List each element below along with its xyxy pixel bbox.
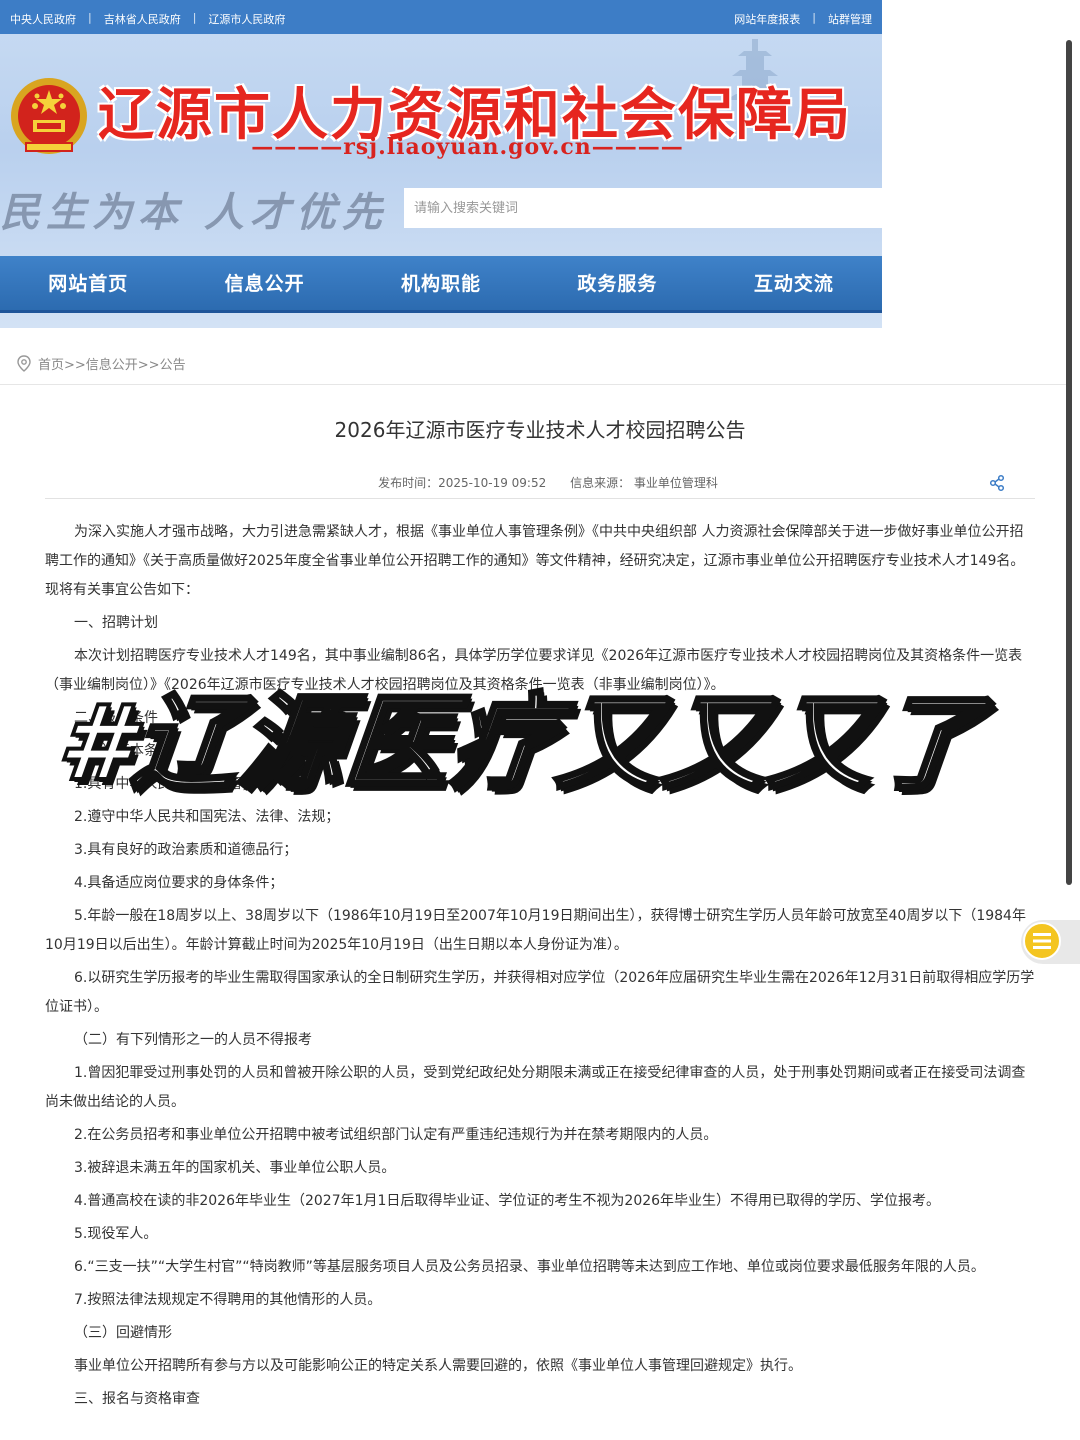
article-body: 为深入实施人才强市战略，大力引进急需紧缺人才，根据《事业单位人事管理条例》《中共… xyxy=(45,518,1035,1418)
top-link-central-gov[interactable]: 中央人民政府 xyxy=(10,11,76,27)
list-item: 1.曾因犯罪受过刑事处罚的人员和曾被开除公职的人员，受到党纪政纪处分期限未满或正… xyxy=(45,1065,1026,1110)
list-item: 2.在公务员招考和事业单位公开招聘中被考试组织部门认定有严重违纪违规行为并在禁考… xyxy=(74,1127,718,1143)
paragraph: 为深入实施人才强市战略，大力引进急需紧缺人才，根据《事业单位人事管理条例》《中共… xyxy=(45,524,1025,598)
separator: | xyxy=(192,11,197,24)
list-item: 4.具备适应岗位要求的身体条件； xyxy=(74,875,284,891)
breadcrumb: 首页>>信息公开>>公告 xyxy=(16,354,186,373)
list-item: 5.年龄一般在18周岁以上、38周岁以下（1986年10月19日至2007年10… xyxy=(45,908,1026,953)
breadcrumb-path[interactable]: 首页>>信息公开>>公告 xyxy=(38,354,186,373)
list-item: 4.普通高校在读的非2026年毕业生（2027年1月1日后取得毕业证、学位证的考… xyxy=(74,1193,941,1209)
divider xyxy=(0,384,1066,385)
top-link-liaoyuan-gov[interactable]: 辽源市人民政府 xyxy=(208,11,285,27)
search-input[interactable] xyxy=(404,188,882,228)
list-item: 3.被辞退未满五年的国家机关、事业单位公职人员。 xyxy=(74,1160,396,1176)
top-link-site-group[interactable]: 站群管理 xyxy=(828,11,872,27)
article-meta: 发布时间：2025-10-19 09:52 信息来源： 事业单位管理科 xyxy=(0,474,1080,491)
site-url: ————rsj.liaoyuan.gov.cn———— xyxy=(251,134,684,160)
divider xyxy=(45,498,1035,499)
separator: | xyxy=(88,11,92,24)
share-icon[interactable] xyxy=(988,474,1006,492)
nav-organization[interactable]: 机构职能 xyxy=(353,256,529,310)
publish-time: 发布时间：2025-10-19 09:52 xyxy=(378,476,547,490)
top-bar: 中央人民政府 | 吉林省人民政府 | 辽源市人民政府 网站年度报表 | 站群管理 xyxy=(0,0,882,34)
list-item: 5.现役军人。 xyxy=(74,1226,158,1242)
subsection-heading: （三）回避情形 xyxy=(74,1325,172,1341)
nav-home[interactable]: 网站首页 xyxy=(0,256,176,310)
nav-gov-services[interactable]: 政务服务 xyxy=(529,256,705,310)
subsection-heading: （二）有下列情形之一的人员不得报考 xyxy=(74,1032,312,1048)
national-emblem-icon xyxy=(11,78,87,154)
top-link-annual-report[interactable]: 网站年度报表 xyxy=(734,11,800,27)
search-bar: 搜 索 xyxy=(404,188,882,228)
top-link-jilin-gov[interactable]: 吉林省人民政府 xyxy=(104,11,181,27)
slogan-calligraphy: 民生为本 人才优先 xyxy=(0,189,388,236)
section-heading: 一、招聘计划 xyxy=(74,615,158,631)
scrollbar[interactable] xyxy=(1066,40,1072,885)
main-nav: 网站首页 信息公开 机构职能 政务服务 互动交流 xyxy=(0,256,882,313)
list-item: 3.具有良好的政治素质和道德品行； xyxy=(74,842,298,858)
paragraph: 事业单位公开招聘所有参与方以及可能影响公正的特定关系人需要回避的，依照《事业单位… xyxy=(74,1358,802,1374)
article-title: 2026年辽源市医疗专业技术人才校园招聘公告 xyxy=(334,418,746,442)
separator: | xyxy=(812,11,816,24)
list-item: 7.按照法律法规规定不得聘用的其他情形的人员。 xyxy=(74,1292,382,1308)
overlay-hashtag-text: #辽源医疗又又又了 xyxy=(51,680,990,806)
nav-info-disclosure[interactable]: 信息公开 xyxy=(176,256,352,310)
list-item: 6.“三支一扶”“大学生村官”“特岗教师”等基层服务项目人员及公务员招录、事业单… xyxy=(74,1259,985,1275)
section-heading: 三、报名与资格审查 xyxy=(74,1391,200,1407)
list-item: 6.以研究生学历报考的毕业生需取得国家承认的全日制研究生学历，并获得相对应学位（… xyxy=(45,970,1035,1015)
nav-interaction[interactable]: 互动交流 xyxy=(706,256,882,310)
info-source: 信息来源： 事业单位管理科 xyxy=(570,476,718,490)
location-pin-icon xyxy=(17,354,31,372)
site-header: 中央人民政府 | 吉林省人民政府 | 辽源市人民政府 网站年度报表 | 站群管理 xyxy=(0,0,882,328)
